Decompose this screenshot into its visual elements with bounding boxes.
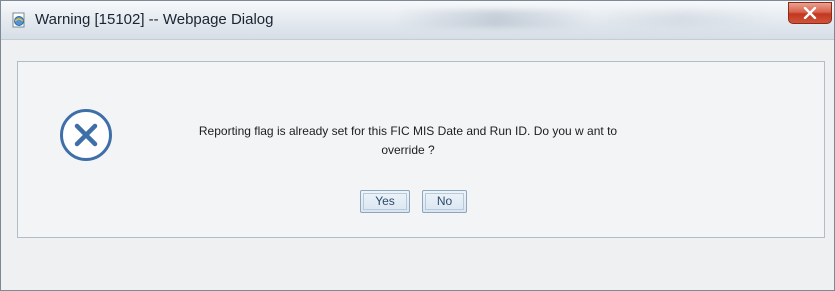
dialog-message: Reporting flag is already set for this F… [198,124,618,157]
close-button[interactable] [788,2,832,24]
title-bar-background-blur [396,10,596,28]
error-x-icon [58,107,114,163]
close-icon [803,7,817,19]
title-bar[interactable]: Warning [15102] -- Webpage Dialog [1,1,834,40]
dialog-footer [1,263,834,290]
ie-page-icon [11,12,27,28]
yes-button-label: Yes [375,194,395,208]
dialog-content-panel: Reporting flag is already set for this F… [17,61,825,238]
no-button-label: No [436,194,453,208]
no-button[interactable]: No [422,190,467,213]
title-bar-background-blur [591,11,771,27]
yes-button[interactable]: Yes [360,190,410,213]
dialog-window: Warning [15102] -- Webpage Dialog Report… [0,0,835,291]
window-title: Warning [15102] -- Webpage Dialog [35,11,274,28]
